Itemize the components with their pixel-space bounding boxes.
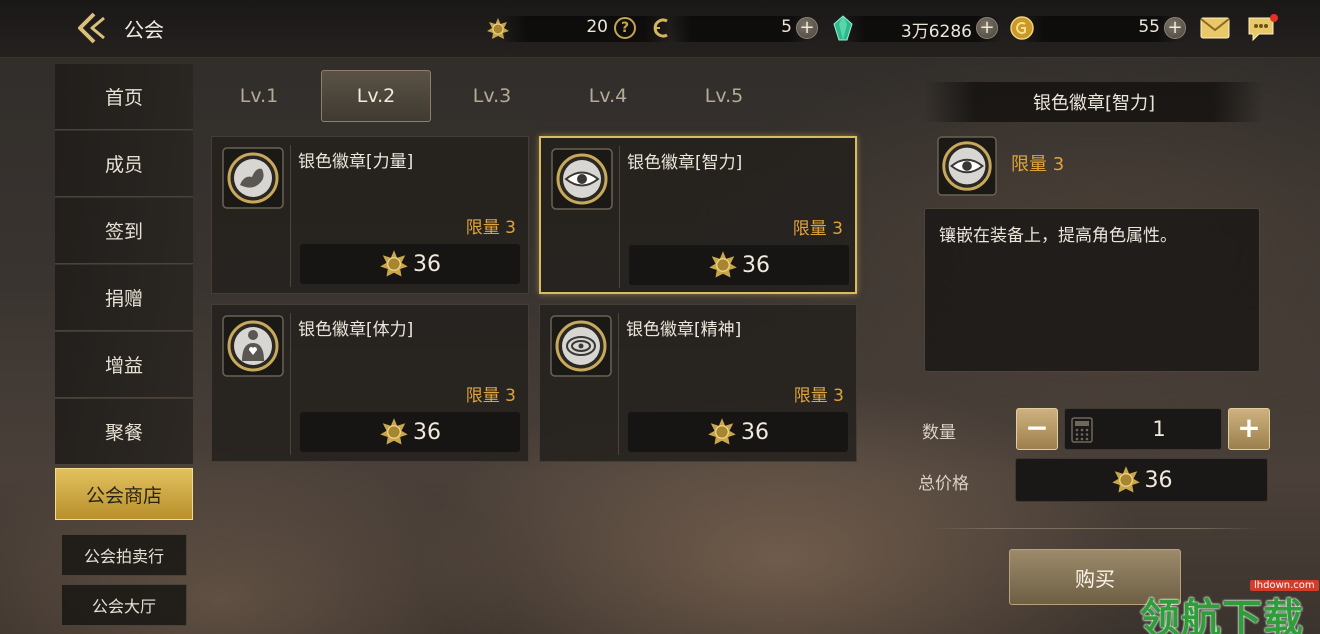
back-button[interactable] [72, 10, 112, 46]
shop-item-card[interactable]: 银色徽章[体力] 限量 3 36 [211, 304, 529, 462]
tab-lv1[interactable]: Lv.1 [204, 70, 314, 122]
detail-title: 银色徽章[智力] [924, 82, 1264, 122]
card-divider [618, 313, 619, 455]
gold-value: 55 [1138, 17, 1160, 37]
guild-badge-coin-icon [380, 418, 408, 445]
item-name: 银色徽章[体力] [298, 320, 414, 340]
item-price-value: 36 [413, 419, 441, 445]
item-price: 36 [300, 412, 520, 452]
help-button[interactable]: ? [614, 17, 636, 39]
quantity-increase-button[interactable]: + [1228, 408, 1270, 450]
guild-badge-coin-icon [1111, 466, 1140, 493]
item-price: 36 [629, 245, 849, 285]
quantity-label: 数量 [922, 423, 956, 443]
add-gold-button[interactable]: + [1164, 17, 1186, 39]
spirit-eye-icon [550, 315, 612, 377]
nav-item-feast[interactable]: 聚餐 [55, 399, 193, 465]
tab-lv4[interactable]: Lv.4 [553, 70, 663, 122]
strength-arm-icon [222, 147, 284, 209]
back-arrow-icon [78, 12, 105, 44]
item-limit: 限量 3 [465, 386, 516, 406]
item-price: 36 [300, 244, 520, 284]
watermark-text: 领航下载 [1140, 596, 1304, 634]
item-name: 银色徽章[智力] [627, 153, 743, 173]
quantity-input[interactable]: 1 [1064, 408, 1222, 450]
tab-lv3[interactable]: Lv.3 [437, 70, 547, 122]
shop-item-card[interactable]: 银色徽章[精神] 限量 3 36 [539, 304, 857, 462]
nav-item-home[interactable]: 首页 [55, 64, 193, 130]
guild-badge-coin-icon [708, 418, 736, 445]
item-price: 36 [628, 412, 848, 452]
shop-item-card-selected[interactable]: 银色徽章[智力] 限量 3 36 [539, 136, 857, 294]
nav-item-guild-shop[interactable]: 公会商店 [55, 468, 193, 520]
tab-lv5[interactable]: Lv.5 [669, 70, 779, 122]
item-price-value: 36 [742, 252, 770, 278]
intelligence-eye-icon [551, 148, 613, 210]
nav-item-members[interactable]: 成员 [55, 131, 193, 197]
mail-envelope-icon [1200, 17, 1230, 39]
item-price-value: 36 [741, 419, 769, 445]
gold-coin-icon [1010, 16, 1034, 40]
chat-bubble-icon [1248, 14, 1278, 42]
quantity-decrease-button[interactable]: − [1016, 408, 1058, 450]
item-limit: 限量 3 [792, 219, 843, 239]
chat-button[interactable] [1246, 14, 1278, 44]
mail-button[interactable] [1200, 17, 1230, 39]
stamina-heart-icon [222, 315, 284, 377]
card-divider [290, 313, 291, 455]
detail-limit: 限量 3 [1011, 154, 1065, 175]
total-price-label: 总价格 [918, 474, 969, 494]
quantity-value: 1 [1152, 417, 1166, 441]
diamond-value: 3万6286 [900, 22, 972, 42]
add-activity-button[interactable]: + [796, 17, 818, 39]
notification-dot-icon [1270, 14, 1278, 22]
guild-badge-coin-icon [709, 251, 737, 278]
item-limit: 限量 3 [793, 386, 844, 406]
nav-item-buffs[interactable]: 增益 [55, 332, 193, 398]
nav-item-donate[interactable]: 捐赠 [55, 265, 193, 331]
item-name: 银色徽章[精神] [626, 320, 742, 340]
activity-value: 5 [781, 17, 792, 37]
badge-currency-value: 20 [586, 17, 608, 37]
card-divider [290, 145, 291, 287]
item-limit: 限量 3 [465, 218, 516, 238]
nav-item-guild-auction[interactable]: 公会拍卖行 [61, 534, 187, 576]
item-name: 银色徽章[力量] [298, 152, 414, 172]
intelligence-eye-icon [937, 136, 997, 196]
add-diamond-button[interactable]: + [976, 17, 998, 39]
total-price-value: 36 [1144, 467, 1173, 493]
activity-crescent-icon [653, 18, 668, 38]
nav-item-guild-hall[interactable]: 公会大厅 [61, 584, 187, 626]
guild-badge-coin-icon [380, 250, 408, 277]
nav-item-checkin[interactable]: 签到 [55, 198, 193, 264]
page-title: 公会 [124, 18, 164, 42]
guild-badge-coin-icon [487, 18, 509, 39]
item-price-value: 36 [413, 251, 441, 277]
card-divider [619, 146, 620, 288]
diamond-gem-icon [833, 15, 853, 41]
shop-item-card[interactable]: 银色徽章[力量] 限量 3 36 [211, 136, 529, 294]
tab-lv2[interactable]: Lv.2 [321, 70, 431, 122]
total-price-box: 36 [1015, 458, 1268, 502]
item-description: 镶嵌在装备上，提高角色属性。 [924, 208, 1260, 372]
divider [928, 528, 1260, 529]
watermark-url: lhdown.com [1250, 580, 1319, 591]
